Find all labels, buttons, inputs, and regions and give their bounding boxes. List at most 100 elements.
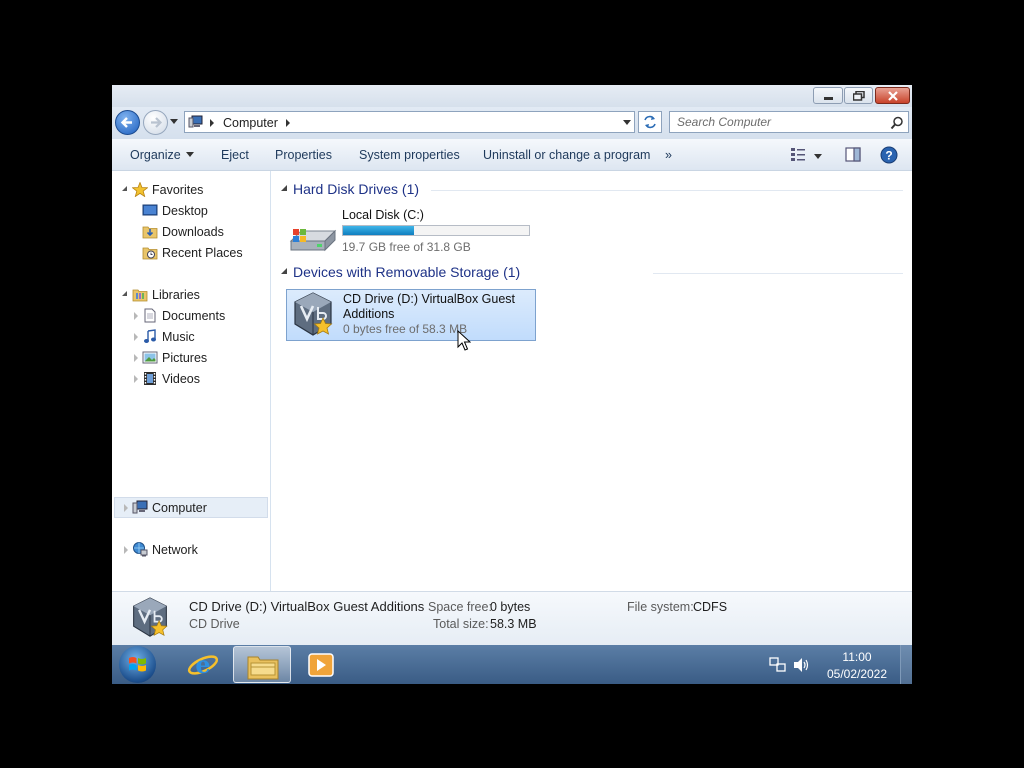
recent-pages-dropdown-icon[interactable] xyxy=(170,119,178,124)
restore-button[interactable] xyxy=(844,87,873,104)
nav-computer-label: Computer xyxy=(152,501,207,515)
clock-time[interactable]: 11:00 xyxy=(822,650,892,664)
refresh-button[interactable] xyxy=(638,111,662,133)
breadcrumb-separator-icon[interactable] xyxy=(210,119,214,127)
refresh-icon xyxy=(644,115,656,129)
content-pane: Hard Disk Drives (1) Local Disk (C:) 19.… xyxy=(271,171,912,591)
nav-music-label: Music xyxy=(162,330,195,344)
search-box[interactable] xyxy=(669,111,909,133)
nav-recent-places-label: Recent Places xyxy=(162,246,243,260)
minimize-button[interactable] xyxy=(813,87,843,104)
total-size-value: 58.3 MB xyxy=(490,617,537,631)
drive-tile-cd-drive[interactable]: CD Drive (D:) VirtualBox Guest Additions… xyxy=(286,289,536,341)
taskbar-windows-explorer[interactable] xyxy=(233,646,291,683)
preview-pane-icon[interactable] xyxy=(845,147,861,162)
breadcrumb-separator-icon[interactable] xyxy=(286,119,290,127)
taskbar-internet-explorer[interactable]: e xyxy=(174,646,232,683)
mouse-cursor-icon xyxy=(457,330,471,351)
properties-button[interactable]: Properties xyxy=(275,148,332,162)
favorites-collapse-icon[interactable] xyxy=(122,186,127,191)
details-title: CD Drive (D:) VirtualBox Guest Additions xyxy=(189,599,425,614)
drive-name: CD Drive (D:) VirtualBox Guest Additions xyxy=(343,292,516,321)
back-button[interactable] xyxy=(115,110,140,135)
total-size-label: Total size: xyxy=(433,617,489,631)
nav-network-label: Network xyxy=(152,543,198,557)
videos-expand-icon[interactable] xyxy=(134,375,138,383)
system-properties-button[interactable]: System properties xyxy=(359,148,460,162)
nav-desktop-label: Desktop xyxy=(162,204,208,218)
documents-icon xyxy=(144,308,156,323)
volume-tray-icon[interactable] xyxy=(793,657,811,673)
title-bar[interactable] xyxy=(112,85,912,107)
details-subtitle: CD Drive xyxy=(189,617,240,631)
recent-places-icon xyxy=(142,247,158,260)
computer-icon xyxy=(132,500,148,514)
start-button[interactable] xyxy=(119,646,156,683)
uninstall-program-button[interactable]: Uninstall or change a program xyxy=(483,148,650,162)
close-icon xyxy=(888,91,898,101)
view-options-dropdown-icon[interactable] xyxy=(814,154,822,159)
group-collapse-icon[interactable] xyxy=(281,268,287,274)
desktop-icon xyxy=(142,204,158,216)
windows-logo-icon xyxy=(129,657,146,672)
computer-expand-icon[interactable] xyxy=(124,504,128,512)
computer-icon xyxy=(188,115,203,128)
drive-usage-bar-fill xyxy=(343,226,414,235)
taskbar-media-player[interactable] xyxy=(292,646,350,683)
search-input[interactable] xyxy=(670,112,889,132)
documents-expand-icon[interactable] xyxy=(134,312,138,320)
drive-free-space: 0 bytes free of 58.3 MB xyxy=(343,322,468,336)
pictures-icon xyxy=(142,351,158,364)
svg-text:?: ? xyxy=(885,149,892,163)
videos-icon xyxy=(144,372,156,385)
drive-usage-bar xyxy=(342,225,530,236)
space-free-label: Space free: xyxy=(428,600,492,614)
drive-tile-local-disk[interactable]: Local Disk (C:) 19.7 GB free of 31.8 GB xyxy=(286,208,536,261)
group-divider xyxy=(653,273,903,274)
navigation-pane: Favorites Desktop Downloads Recent Place… xyxy=(112,171,271,591)
search-icon[interactable] xyxy=(890,116,904,130)
command-bar: Organize Eject Properties System propert… xyxy=(112,139,912,171)
star-icon xyxy=(132,182,148,197)
navigation-bar: Computer xyxy=(112,107,912,139)
organize-label: Organize xyxy=(130,148,181,162)
breadcrumb-computer[interactable]: Computer xyxy=(223,116,278,130)
clock-date[interactable]: 05/02/2022 xyxy=(822,667,892,681)
taskbar: e 11:00 05/02/2022 xyxy=(112,645,912,684)
libraries-collapse-icon[interactable] xyxy=(122,291,127,296)
organize-button[interactable]: Organize xyxy=(130,148,194,162)
show-desktop-button[interactable] xyxy=(900,645,912,684)
eject-button[interactable]: Eject xyxy=(221,148,249,162)
close-button[interactable] xyxy=(875,87,910,104)
hard-disk-icon xyxy=(289,229,337,252)
change-view-icon[interactable] xyxy=(790,147,806,162)
address-history-dropdown-icon[interactable] xyxy=(623,120,631,125)
nav-downloads-label: Downloads xyxy=(162,225,224,239)
svg-text:e: e xyxy=(195,650,210,679)
forward-button[interactable] xyxy=(143,110,168,135)
virtualbox-cd-icon xyxy=(294,292,333,336)
network-tray-icon[interactable] xyxy=(769,657,787,673)
chevron-down-icon xyxy=(185,152,194,157)
nav-documents-label: Documents xyxy=(162,309,226,323)
restore-icon xyxy=(853,91,865,101)
libraries-icon xyxy=(132,289,148,302)
drive-free-space: 19.7 GB free of 31.8 GB xyxy=(342,240,471,254)
network-icon xyxy=(133,542,148,557)
help-icon[interactable]: ? xyxy=(880,146,898,164)
more-commands-button[interactable]: » xyxy=(665,148,672,162)
group-header-hard-disk-drives[interactable]: Hard Disk Drives (1) xyxy=(293,181,419,197)
group-collapse-icon[interactable] xyxy=(281,185,287,191)
group-header-removable-storage[interactable]: Devices with Removable Storage (1) xyxy=(293,264,520,280)
address-bar[interactable]: Computer xyxy=(184,111,635,133)
file-system-value: CDFS xyxy=(693,600,728,614)
media-player-icon xyxy=(308,653,334,677)
space-free-value: 0 bytes xyxy=(490,600,531,614)
network-expand-icon[interactable] xyxy=(124,546,128,554)
nav-pictures-label: Pictures xyxy=(162,351,208,365)
pictures-expand-icon[interactable] xyxy=(134,354,138,362)
internet-explorer-icon: e xyxy=(187,650,219,679)
group-divider xyxy=(431,190,903,191)
downloads-folder-icon xyxy=(142,226,158,239)
music-expand-icon[interactable] xyxy=(134,333,138,341)
